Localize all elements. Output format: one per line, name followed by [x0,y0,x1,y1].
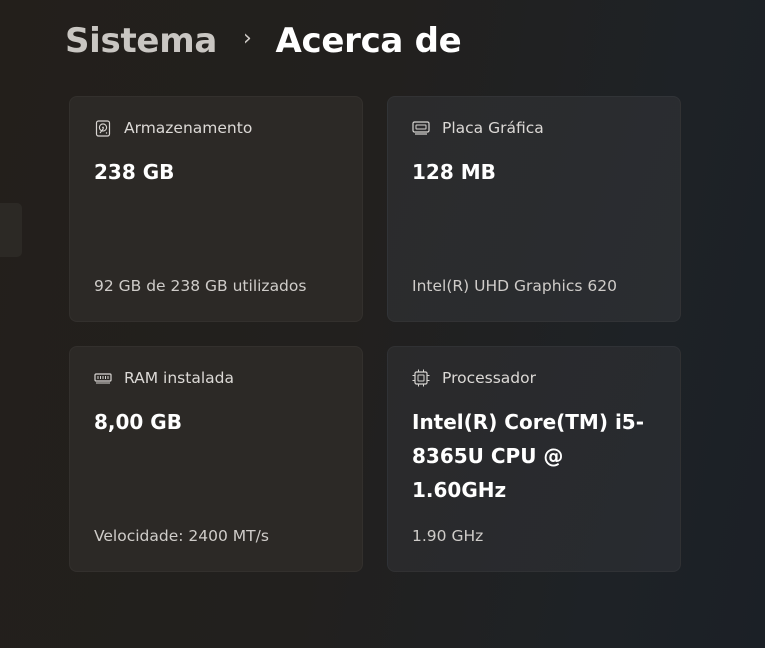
storage-usage-detail: 92 GB de 238 GB utilizados [94,277,307,295]
processor-model-value: Intel(R) Core(TM) i5-8365U CPU @ 1.60GHz [412,410,645,502]
page-title: Acerca de [275,21,462,61]
processor-chip-icon [412,369,430,387]
storage-card: Armazenamento 238 GB 92 GB de 238 GB uti… [69,96,363,322]
graphics-memory-value: 128 MB [412,160,496,184]
memory-icon [94,369,112,387]
processor-card-title: Processador [442,369,536,387]
graphics-card-header: Placa Gráfica [412,117,544,139]
ram-card-header: RAM instalada [94,367,234,389]
graphics-adapter-detail: Intel(R) UHD Graphics 620 [412,277,617,295]
display-card-icon [412,119,430,137]
graphics-card: Placa Gráfica 128 MB Intel(R) UHD Graphi… [387,96,681,322]
processor-card: Processador Intel(R) Core(TM) i5-8365U C… [387,346,681,572]
ram-speed-detail: Velocidade: 2400 MT/s [94,527,269,545]
ram-card-title: RAM instalada [124,369,234,387]
graphics-card-title: Placa Gráfica [442,119,544,137]
storage-card-header: Armazenamento [94,117,252,139]
breadcrumb: Sistema › Acerca de [65,14,462,68]
storage-card-title: Armazenamento [124,119,253,137]
ram-installed-value: 8,00 GB [94,410,182,434]
storage-capacity-value: 238 GB [94,160,175,184]
ram-card: RAM instalada 8,00 GB Velocidade: 2400 M… [69,346,363,572]
hard-drive-icon [94,119,112,137]
processor-speed-detail: 1.90 GHz [412,527,484,545]
processor-card-header: Processador [412,367,536,389]
sidebar-collapsed-item[interactable] [0,203,22,257]
breadcrumb-parent-sistema[interactable]: Sistema [65,21,217,61]
breadcrumb-chevron-icon: › [242,25,252,51]
